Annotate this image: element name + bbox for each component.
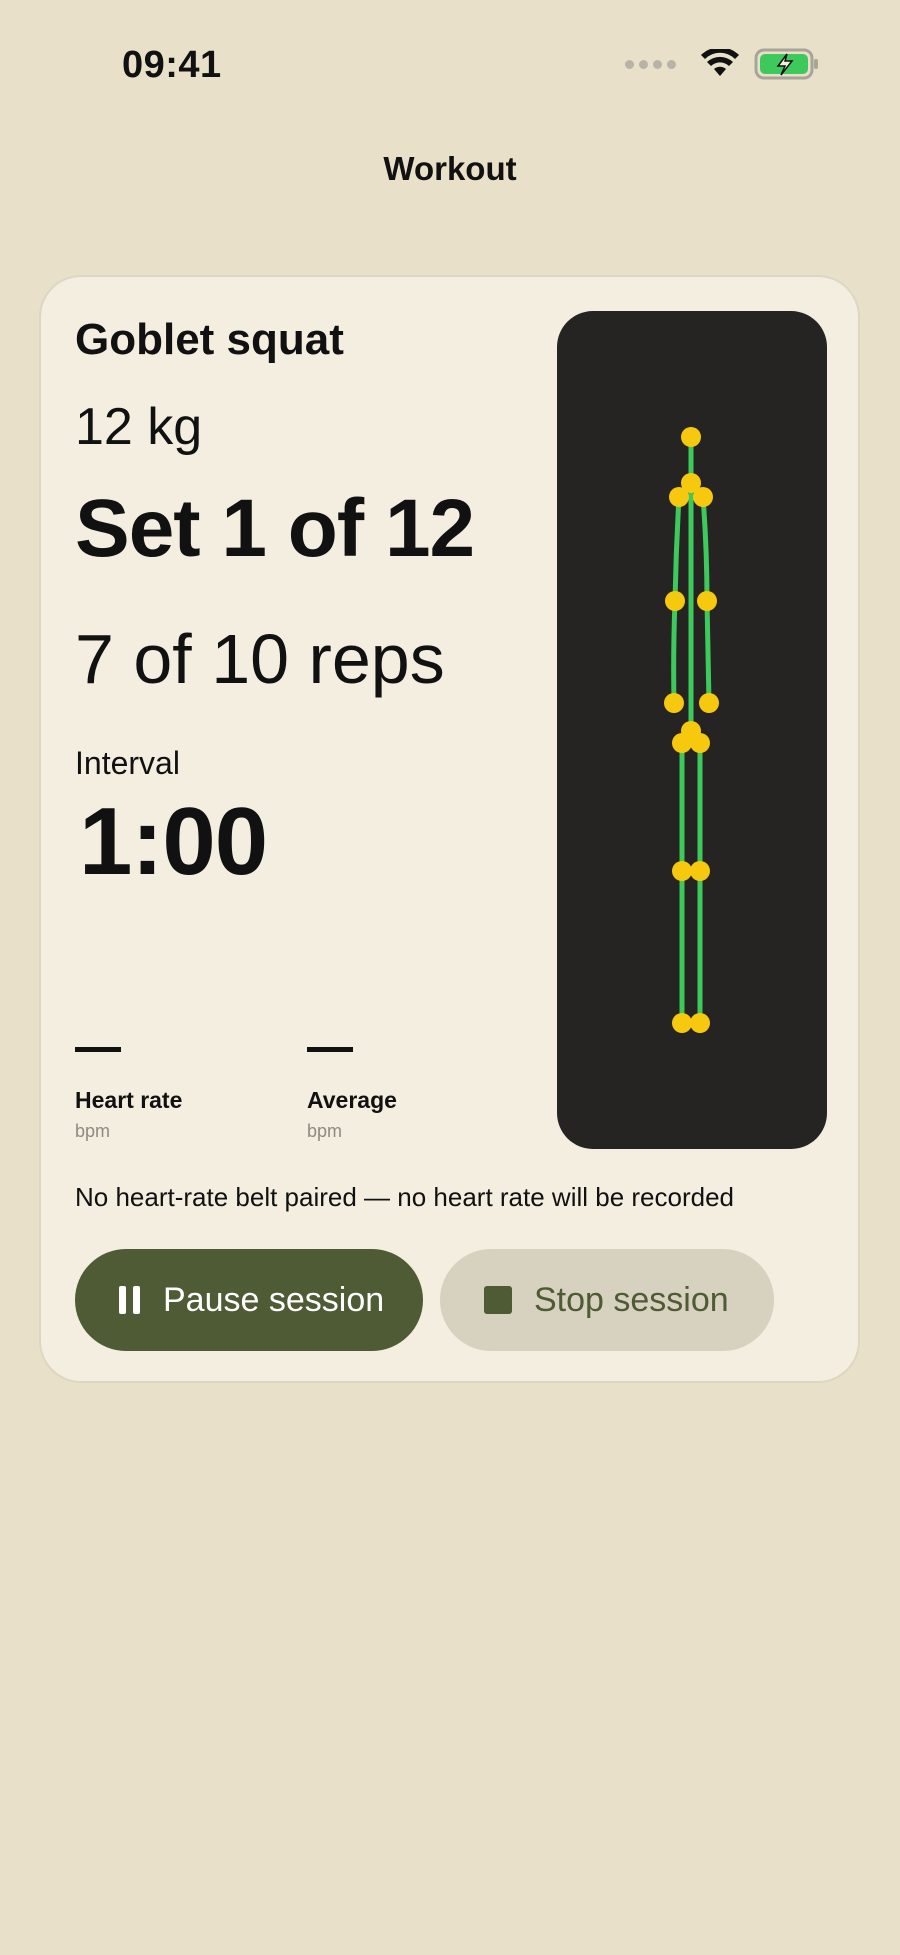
interval-label: Interval xyxy=(75,745,180,781)
page-title: Workout xyxy=(383,150,517,187)
heart-rate-metric: Heart rate bpm xyxy=(75,1047,182,1141)
average-metric: Average bpm xyxy=(307,1047,397,1141)
status-icons xyxy=(625,48,820,80)
interval-timer: 1:00 xyxy=(79,788,268,895)
pose-skeleton-view xyxy=(557,311,827,1149)
heart-rate-unit: bpm xyxy=(75,1121,111,1141)
battery-charging-icon xyxy=(754,48,818,80)
pause-icon xyxy=(119,1285,141,1315)
status-bar: 09:41 xyxy=(0,0,900,130)
exercise-weight: 12 kg xyxy=(75,398,203,456)
set-progress: Set 1 of 12 xyxy=(75,483,475,574)
heart-rate-value xyxy=(75,1047,121,1052)
status-time: 09:41 xyxy=(122,44,222,86)
heart-rate-notice: No heart-rate belt paired — no heart rat… xyxy=(75,1182,735,1212)
heart-rate-label: Heart rate xyxy=(75,1087,183,1113)
stop-session-button[interactable]: Stop session xyxy=(440,1249,774,1351)
pose-skeleton-figure xyxy=(664,427,719,1033)
average-label: Average xyxy=(307,1087,397,1113)
stop-icon xyxy=(484,1286,512,1314)
wifi-icon xyxy=(701,49,739,76)
exercise-name: Goblet squat xyxy=(75,315,344,364)
pause-session-label: Pause session xyxy=(163,1280,385,1319)
workout-card: Goblet squat 12 kg Set 1 of 12 7 of 10 r… xyxy=(39,275,860,1383)
reps-progress: 7 of 10 reps xyxy=(75,620,445,698)
stop-session-label: Stop session xyxy=(534,1280,729,1319)
pause-session-button[interactable]: Pause session xyxy=(75,1249,423,1351)
signal-dots-icon xyxy=(625,59,676,69)
average-value xyxy=(307,1047,353,1052)
average-unit: bpm xyxy=(307,1121,343,1141)
